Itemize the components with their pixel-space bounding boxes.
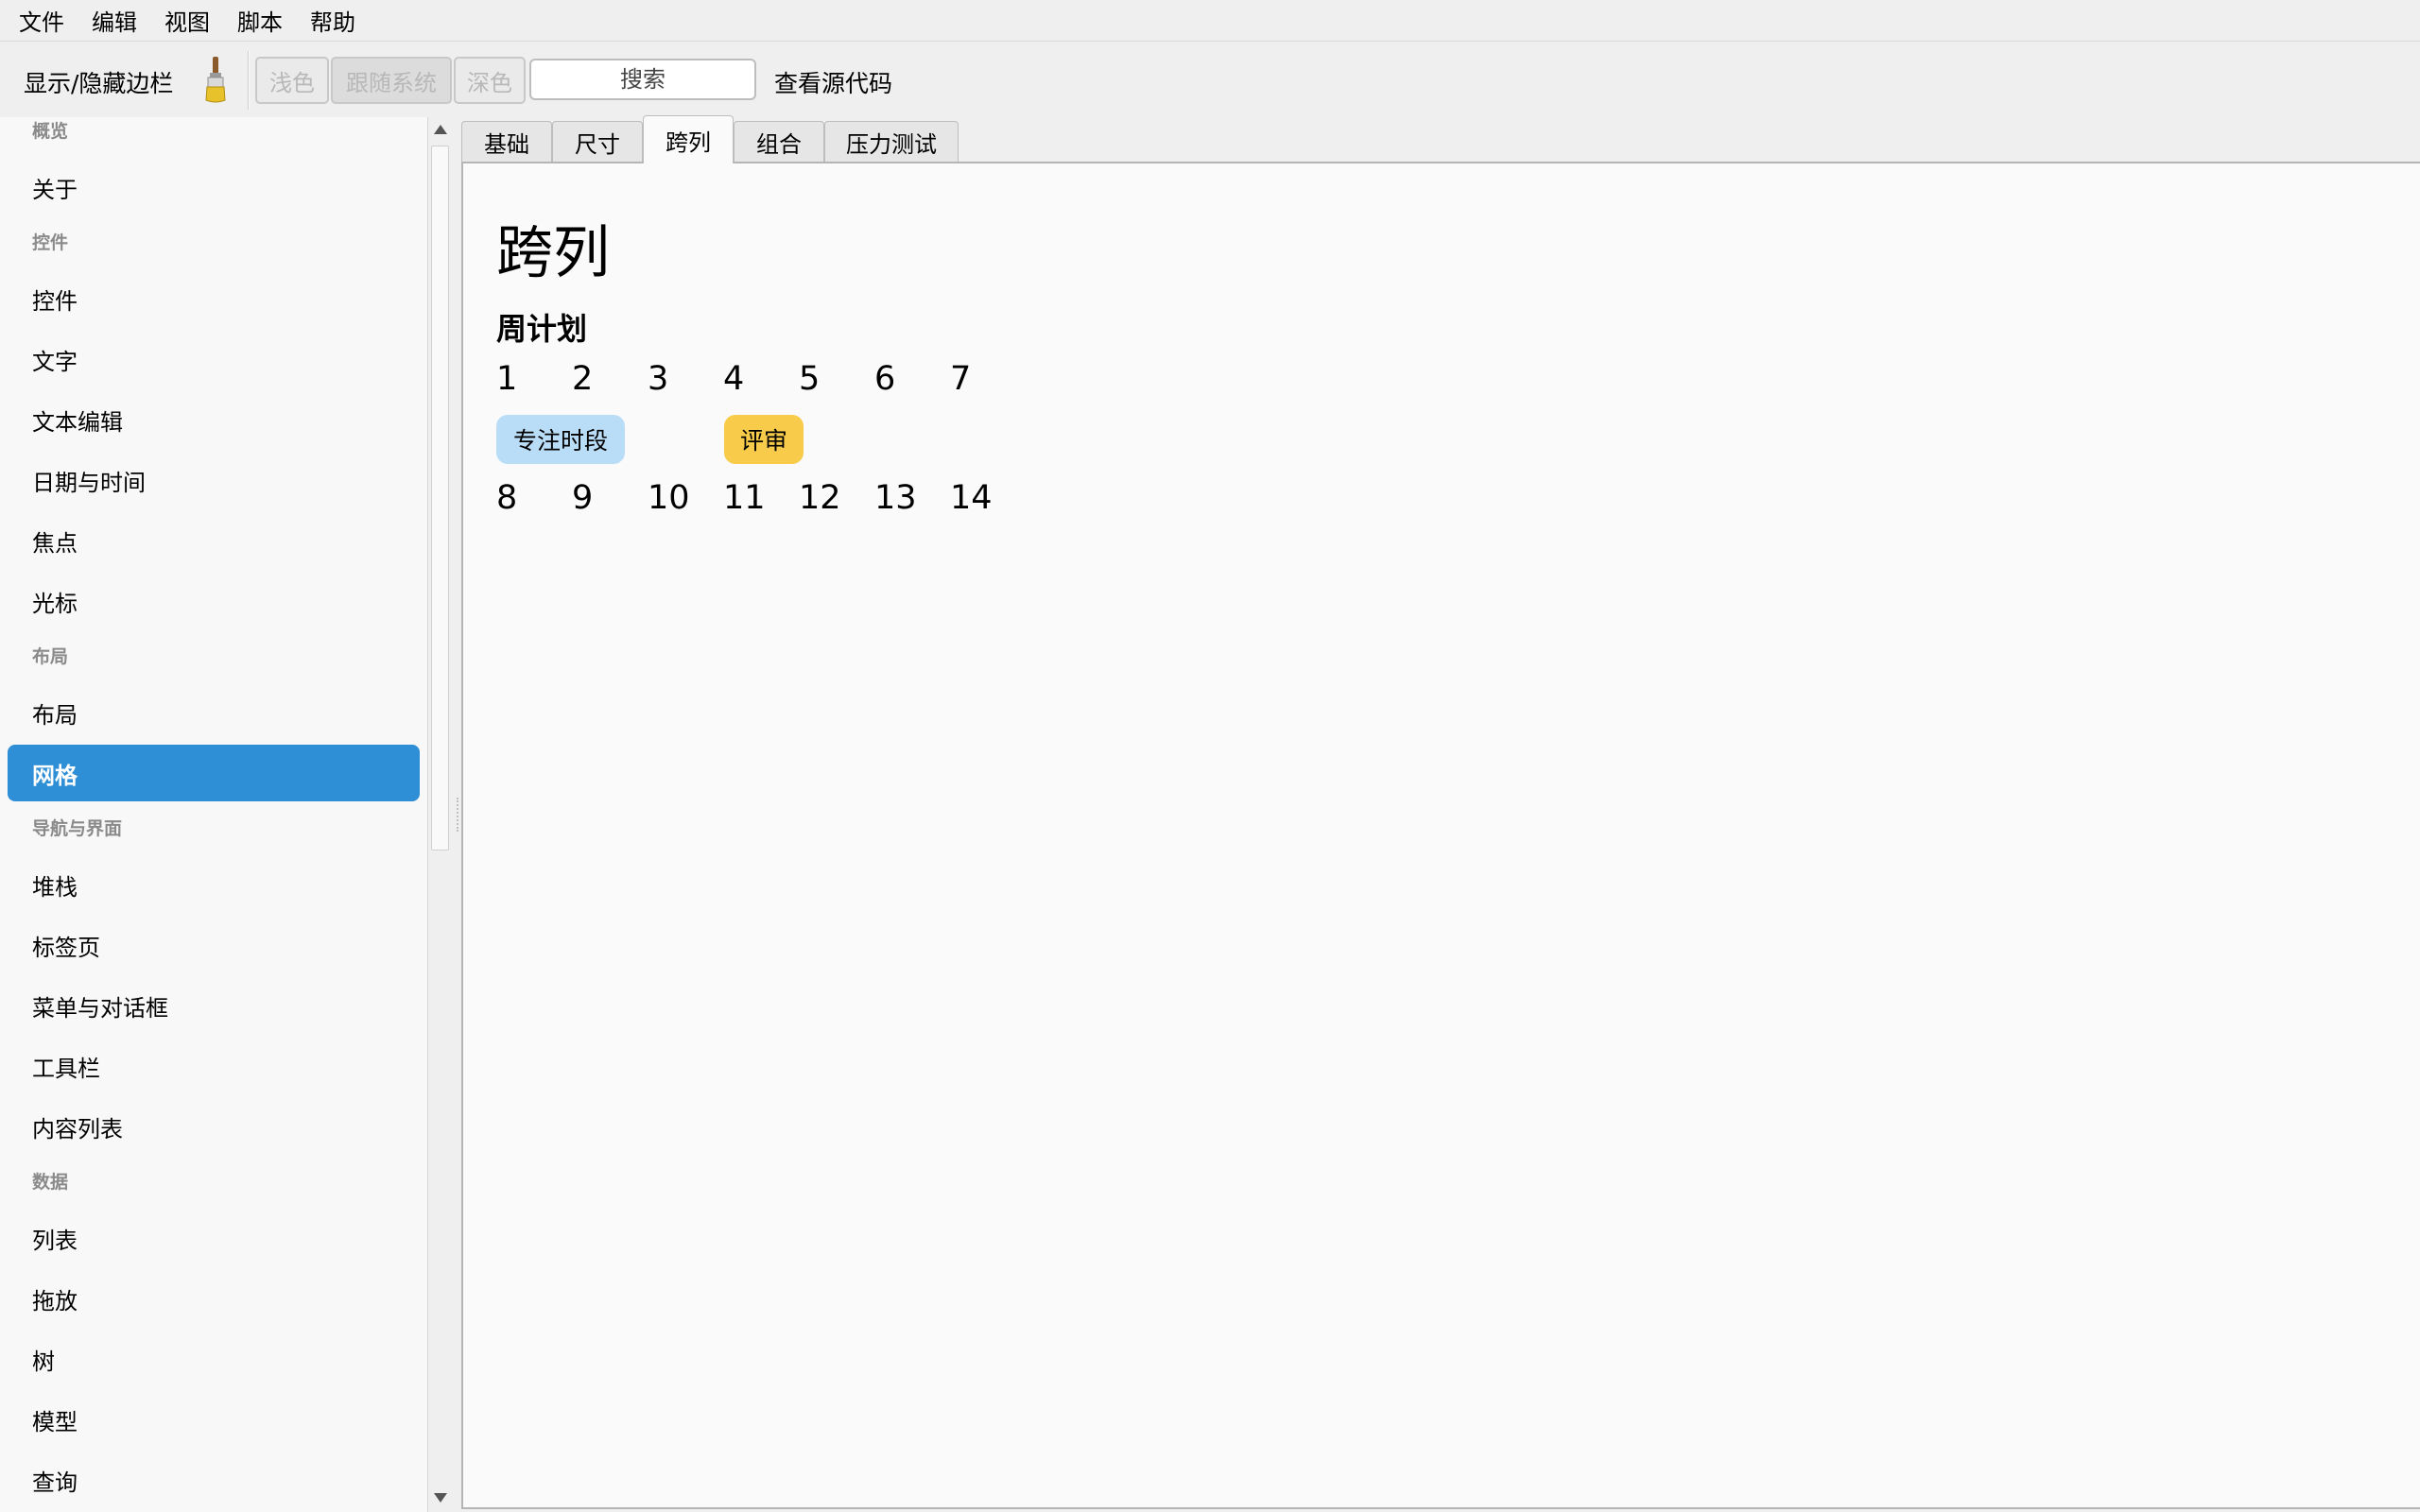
sidebar-item-about[interactable]: 关于 bbox=[8, 159, 420, 215]
page-title: 跨列 bbox=[496, 220, 610, 286]
day-cell: 6 bbox=[874, 360, 896, 398]
sidebar-list: 概览 关于 控件 控件 文字 文本编辑 日期与时间 焦点 光标 布局 布局 网格… bbox=[0, 117, 427, 1512]
sidebar-item-content-list[interactable]: 内容列表 bbox=[8, 1098, 420, 1155]
sidebar-toggle-button[interactable]: 显示/隐藏边栏 bbox=[24, 65, 173, 99]
menu-view[interactable]: 视图 bbox=[164, 4, 210, 37]
menu-bar: 文件 编辑 视图 脚本 帮助 bbox=[0, 0, 2420, 42]
tab-stress-test[interactable]: 压力测试 bbox=[824, 121, 959, 163]
sidebar-item-focus[interactable]: 焦点 bbox=[8, 512, 420, 569]
sidebar-item-grid[interactable]: 网格 bbox=[8, 745, 420, 801]
tab-content-panel: 跨列 周计划 1 2 3 4 5 6 7 专注时段 评审 8 9 10 11 1… bbox=[461, 162, 2420, 1509]
day-cell: 10 bbox=[648, 479, 690, 517]
sidebar-item-menus-dialogs[interactable]: 菜单与对话框 bbox=[8, 977, 420, 1034]
section-header-data: 数据 bbox=[32, 1172, 69, 1193]
section-header-overview: 概览 bbox=[32, 121, 69, 142]
sidebar-scrollbar[interactable] bbox=[427, 117, 452, 1512]
day-cell: 3 bbox=[648, 360, 669, 398]
sidebar-item-model[interactable]: 模型 bbox=[8, 1391, 420, 1448]
menu-edit[interactable]: 编辑 bbox=[92, 4, 137, 37]
menu-file[interactable]: 文件 bbox=[19, 4, 64, 37]
sidebar-item-query[interactable]: 查询 bbox=[8, 1452, 420, 1508]
sidebar-item-tree[interactable]: 树 bbox=[8, 1331, 420, 1387]
toolbar-separator bbox=[248, 51, 250, 110]
day-cell: 1 bbox=[496, 360, 518, 398]
search-input[interactable] bbox=[529, 59, 756, 100]
sidebar-item-list[interactable]: 列表 bbox=[8, 1210, 420, 1266]
sidebar: 概览 关于 控件 控件 文字 文本编辑 日期与时间 焦点 光标 布局 布局 网格… bbox=[0, 117, 452, 1512]
day-cell: 8 bbox=[496, 479, 518, 517]
menu-help[interactable]: 帮助 bbox=[310, 4, 355, 37]
sidebar-item-drag-drop[interactable]: 拖放 bbox=[8, 1270, 420, 1327]
tab-combination[interactable]: 组合 bbox=[734, 121, 824, 163]
theme-system-button[interactable]: 跟随系统 bbox=[331, 57, 452, 104]
day-cell: 4 bbox=[723, 360, 745, 398]
section-header-layout: 布局 bbox=[32, 646, 69, 667]
section-header-navigation: 导航与界面 bbox=[32, 818, 123, 839]
day-cell: 9 bbox=[572, 479, 594, 517]
event-focus-block: 专注时段 bbox=[496, 415, 625, 464]
sidebar-item-cursor[interactable]: 光标 bbox=[8, 573, 420, 629]
theme-dark-button[interactable]: 深色 bbox=[454, 57, 526, 104]
event-review: 评审 bbox=[724, 415, 804, 464]
splitter-grip-icon bbox=[457, 798, 458, 832]
day-cell: 5 bbox=[799, 360, 821, 398]
sidebar-item-stack[interactable]: 堆栈 bbox=[8, 856, 420, 913]
sidebar-item-text[interactable]: 文字 bbox=[8, 331, 420, 387]
sidebar-item-toolbar[interactable]: 工具栏 bbox=[8, 1038, 420, 1094]
menu-script[interactable]: 脚本 bbox=[237, 4, 283, 37]
scroll-down-arrow-icon[interactable] bbox=[434, 1493, 447, 1503]
theme-light-button[interactable]: 浅色 bbox=[255, 57, 329, 104]
scrollbar-thumb[interactable] bbox=[431, 146, 449, 850]
toolbar: 显示/隐藏边栏 浅色 跟随系统 深色 查看源代码 bbox=[0, 42, 2420, 117]
section-subtitle: 周计划 bbox=[496, 311, 588, 347]
sidebar-item-controls[interactable]: 控件 bbox=[8, 270, 420, 327]
day-cell: 7 bbox=[950, 360, 972, 398]
day-cell: 12 bbox=[799, 479, 841, 517]
tab-column-span[interactable]: 跨列 bbox=[643, 115, 734, 163]
tab-basics[interactable]: 基础 bbox=[461, 121, 552, 163]
sidebar-item-layout[interactable]: 布局 bbox=[8, 684, 420, 741]
paintbrush-icon[interactable] bbox=[197, 55, 234, 104]
sidebar-item-tabs[interactable]: 标签页 bbox=[8, 917, 420, 973]
sidebar-item-text-edit[interactable]: 文本编辑 bbox=[8, 391, 420, 448]
day-cell: 11 bbox=[723, 479, 766, 517]
day-cell: 14 bbox=[950, 479, 993, 517]
sidebar-item-datetime[interactable]: 日期与时间 bbox=[8, 452, 420, 508]
day-cell: 13 bbox=[874, 479, 917, 517]
tab-size[interactable]: 尺寸 bbox=[552, 121, 643, 163]
day-cell: 2 bbox=[572, 360, 594, 398]
scroll-up-arrow-icon[interactable] bbox=[434, 125, 447, 134]
view-source-button[interactable]: 查看源代码 bbox=[774, 65, 892, 99]
section-header-controls: 控件 bbox=[32, 232, 69, 253]
